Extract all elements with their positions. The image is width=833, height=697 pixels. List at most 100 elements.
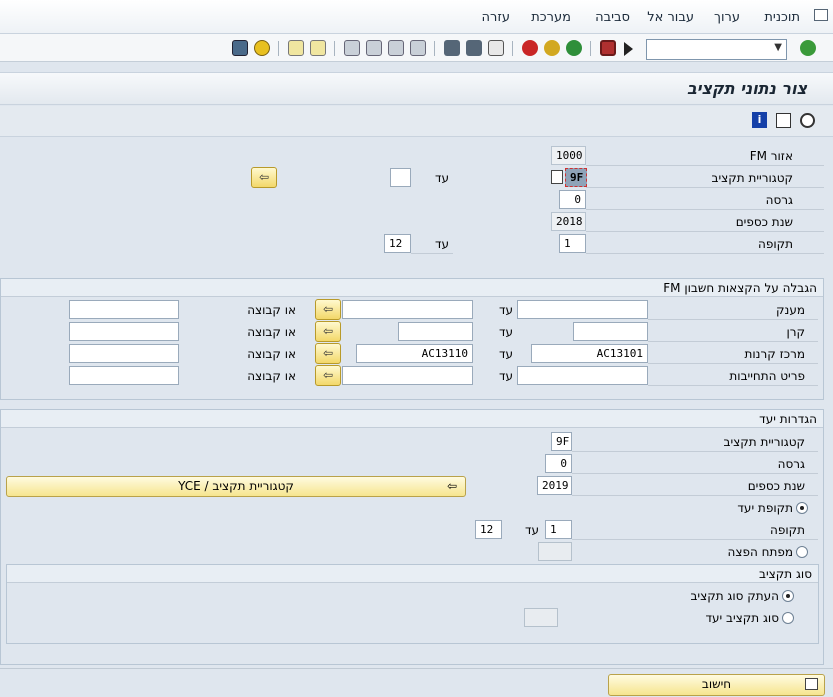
funds-center-label: מרכז קרנות: [744, 347, 806, 361]
menu-edit[interactable]: ערוך: [714, 10, 740, 25]
grant-multiple-selection-button[interactable]: ⇦: [315, 299, 341, 320]
commitment-item-to-field[interactable]: [342, 366, 473, 385]
label-underline: [586, 253, 824, 254]
budget-category-label: קטגוריית תקציב: [711, 171, 794, 185]
menu-goto[interactable]: עבור אל: [647, 10, 694, 25]
page-title: צור נתוני תקציב: [687, 79, 807, 98]
exit-icon[interactable]: [544, 40, 560, 56]
group-header: הגבלה על הקצאות חשבון FM: [1, 279, 823, 297]
funds-center-group-field[interactable]: [69, 344, 179, 363]
find-next-icon[interactable]: [444, 40, 460, 56]
copy-icon[interactable]: [551, 170, 563, 184]
distribution-key-radio[interactable]: [796, 546, 808, 558]
to-label: עד: [498, 369, 513, 383]
copy-budget-type-radio[interactable]: [782, 590, 794, 602]
funds-center-to-field[interactable]: AC13110: [356, 344, 473, 363]
version-field[interactable]: 0: [559, 190, 586, 209]
label-underline: [411, 253, 453, 254]
grant-from-field[interactable]: [517, 300, 648, 319]
save-icon[interactable]: [600, 40, 616, 56]
funds-center-from-field[interactable]: AC13101: [531, 344, 648, 363]
arrow-left-icon: ⇦: [446, 479, 457, 493]
target-period-from-field[interactable]: 1: [545, 520, 572, 539]
distribution-key-label: מפתח הפצה: [727, 545, 793, 559]
target-period-to-field[interactable]: 12: [475, 520, 502, 539]
fm-area-field[interactable]: 1000: [551, 146, 586, 165]
target-budget-type-field[interactable]: [524, 608, 558, 627]
menu-environment[interactable]: סביבה: [595, 10, 630, 25]
target-fiscal-year-field[interactable]: 2019: [537, 476, 572, 495]
budget-category-yce-label: קטגוריית תקציב / YCE: [178, 479, 294, 493]
print-icon[interactable]: [488, 40, 504, 56]
label-underline: [572, 539, 818, 540]
copy-variant-icon[interactable]: [776, 113, 791, 128]
calculate-button[interactable]: חישוב: [608, 674, 825, 696]
commitment-item-from-field[interactable]: [517, 366, 648, 385]
or-group-label: או קבוצה: [247, 347, 296, 361]
back-icon[interactable]: [566, 40, 582, 56]
menu-help[interactable]: עזרה: [482, 10, 510, 25]
or-group-label: או קבוצה: [247, 303, 296, 317]
sap-menu-icon[interactable]: [814, 9, 828, 21]
period-label: תקופה: [757, 237, 793, 251]
grant-group-field[interactable]: [69, 300, 179, 319]
period-to-field[interactable]: 12: [384, 234, 411, 253]
target-fiscal-year-label: שנת כספים: [747, 479, 805, 493]
execute-icon[interactable]: [800, 113, 815, 128]
commitment-item-group-field[interactable]: [69, 366, 179, 385]
enter-icon[interactable]: [800, 40, 816, 56]
fund-label: קרן: [786, 325, 805, 339]
menu-system[interactable]: מערכת: [531, 10, 571, 25]
commitment-item-multiple-selection-button[interactable]: ⇦: [315, 365, 341, 386]
new-session-icon[interactable]: [310, 40, 326, 56]
target-budget-category-label: קטגוריית תקציב: [723, 435, 806, 449]
help-icon[interactable]: [254, 40, 270, 56]
label-underline: [586, 187, 824, 188]
play-icon[interactable]: [624, 42, 634, 56]
to-label: עד: [434, 237, 449, 251]
fund-from-field[interactable]: [573, 322, 648, 341]
target-period-radio[interactable]: [796, 502, 808, 514]
label-underline: [648, 319, 818, 320]
fiscal-year-field[interactable]: 2018: [551, 212, 586, 231]
fund-multiple-selection-button[interactable]: ⇦: [315, 321, 341, 342]
grant-label: מענק: [776, 303, 805, 317]
budget-category-to-field[interactable]: [390, 168, 411, 187]
budget-category-yce-button[interactable]: ⇦ קטגוריית תקציב / YCE: [6, 476, 466, 497]
target-budget-category-field[interactable]: 9F: [551, 432, 572, 451]
first-page-icon[interactable]: [410, 40, 426, 56]
next-page-icon[interactable]: [366, 40, 382, 56]
cancel-icon[interactable]: [522, 40, 538, 56]
label-underline: [586, 209, 824, 210]
toolbar-separator: [512, 41, 513, 56]
previous-page-icon[interactable]: [388, 40, 404, 56]
fund-to-field[interactable]: [398, 322, 473, 341]
group-title: הגדרות יעד: [759, 412, 817, 426]
chevron-down-icon[interactable]: ▼: [774, 42, 782, 53]
fund-group-field[interactable]: [69, 322, 179, 341]
copy-budget-type-label: העתק סוג תקציב: [690, 589, 779, 603]
distribution-key-field[interactable]: [538, 542, 572, 561]
layout-menu-icon[interactable]: [232, 40, 248, 56]
command-field[interactable]: ▼: [646, 39, 787, 60]
commitment-item-label: פריט התחייבות: [729, 369, 805, 383]
label-underline: [648, 363, 818, 364]
multiple-selection-button[interactable]: ⇦: [251, 167, 277, 188]
to-label: עד: [434, 171, 449, 185]
menu-program[interactable]: תוכנית: [764, 10, 800, 25]
toolbar-separator: [278, 41, 279, 56]
target-version-field[interactable]: 0: [545, 454, 572, 473]
target-version-label: גרסה: [777, 457, 805, 471]
group-header: הגדרות יעד: [1, 410, 823, 428]
calculate-label: חישוב: [701, 677, 732, 691]
funds-center-multiple-selection-button[interactable]: ⇦: [315, 343, 341, 364]
grant-to-field[interactable]: [342, 300, 473, 319]
find-icon[interactable]: [466, 40, 482, 56]
period-field[interactable]: 1: [559, 234, 586, 253]
shortcut-icon[interactable]: [288, 40, 304, 56]
info-icon[interactable]: i: [752, 112, 767, 128]
last-page-icon[interactable]: [344, 40, 360, 56]
toolbar-separator: [590, 41, 591, 56]
target-budget-type-radio[interactable]: [782, 612, 794, 624]
budget-category-field[interactable]: 9F: [565, 168, 587, 187]
